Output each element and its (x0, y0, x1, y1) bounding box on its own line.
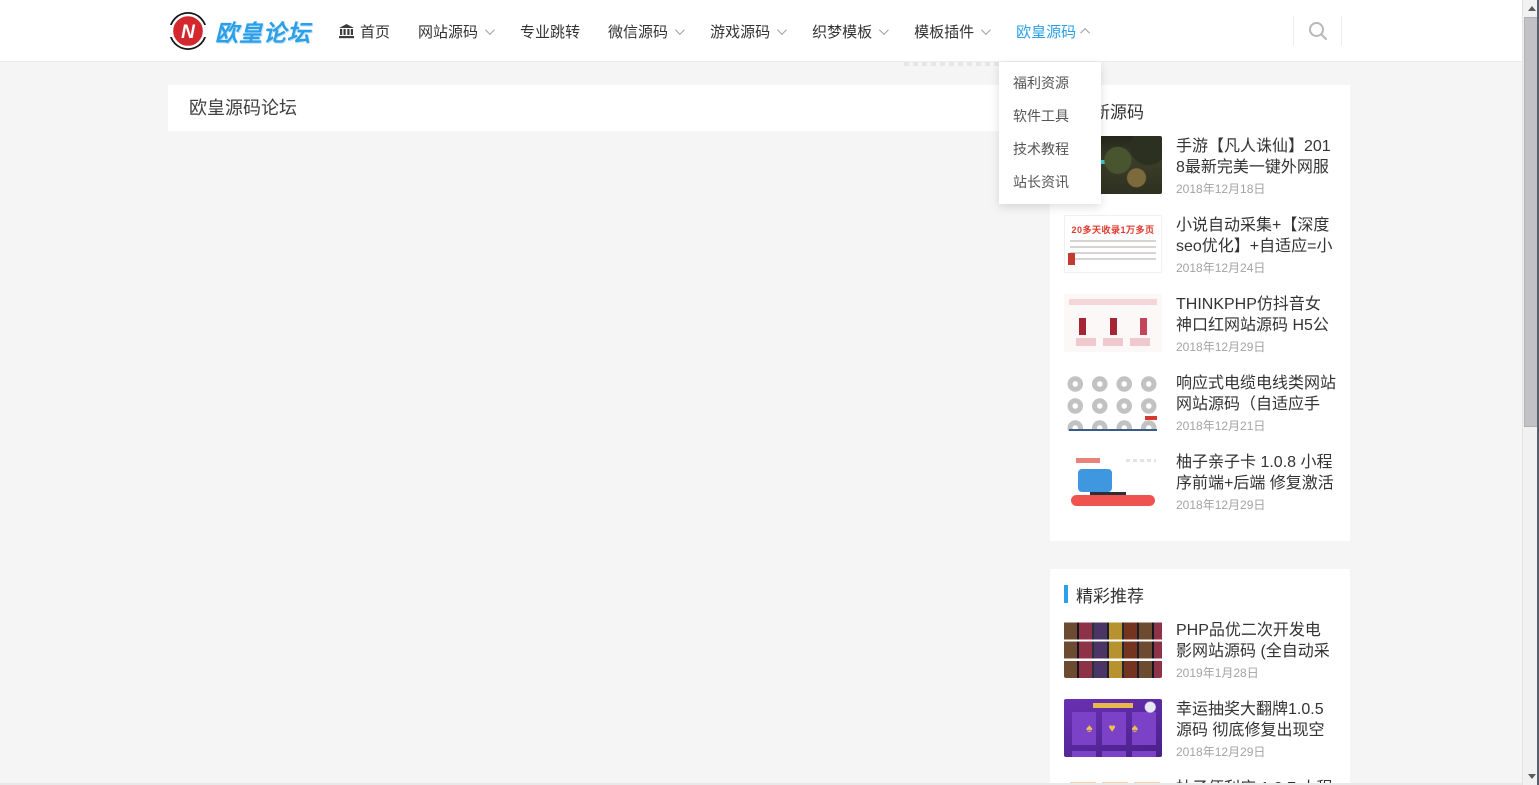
chevron-down-icon (879, 25, 889, 35)
article-date: 2018年12月29日 (1176, 498, 1336, 512)
article-body: 响应式电缆电线类网站网站源码（自适应手机... 2018年12月21日 (1176, 373, 1336, 433)
nav-item[interactable]: 微信源码 (608, 21, 682, 42)
chevron-down-icon (675, 25, 685, 35)
logo-emblem-icon: N (168, 11, 208, 51)
article-list-item[interactable]: 20多天收录1万多页 小说自动采集+【深度seo优化】+自适应=小说网... 2… (1064, 215, 1336, 275)
article-list-item[interactable]: THINKPHP仿抖音女神口红网站源码 H5公众版(... 2018年12月29… (1064, 294, 1336, 354)
article-body: 柚子亲子卡 1.0.8 小程序前端+后端 修复激活码... 2018年12月29… (1176, 452, 1336, 512)
nav-dropdown-menu: 福利资源软件工具技术教程站长资讯 (999, 62, 1101, 204)
article-date: 2019年1月28日 (1176, 666, 1336, 680)
section-list: 手游【凡人诛仙】2018最新完美一键外网服务端... 2018年12月18日 2… (1064, 136, 1336, 512)
nav-item[interactable]: 织梦模板 (812, 21, 886, 42)
nav-item[interactable]: 首页 (338, 21, 390, 42)
nav-item[interactable]: 欧皇源码 (1016, 21, 1090, 42)
dropdown-menu-item[interactable]: 软件工具 (999, 100, 1101, 133)
nav-item-label: 游戏源码 (710, 21, 770, 42)
article-thumbnail[interactable] (1064, 699, 1162, 757)
nav-item-label: 织梦模板 (812, 21, 872, 42)
nav-item-label: 欧皇源码 (1016, 21, 1076, 42)
nav-item-label: 专业跳转 (520, 21, 580, 42)
article-date: 2018年12月24日 (1176, 261, 1336, 275)
article-thumbnail[interactable] (1064, 620, 1162, 678)
nav-item-label: 模板插件 (914, 21, 974, 42)
search-button[interactable] (1293, 16, 1342, 46)
nav-item[interactable]: 网站源码 (418, 21, 492, 42)
article-body: THINKPHP仿抖音女神口红网站源码 H5公众版(... 2018年12月29… (1176, 294, 1336, 354)
section-header: 最新源码 (1064, 101, 1336, 119)
article-body: 手游【凡人诛仙】2018最新完美一键外网服务端... 2018年12月18日 (1176, 136, 1336, 196)
article-thumbnail[interactable] (1064, 452, 1162, 510)
article-list-item[interactable]: 手游【凡人诛仙】2018最新完美一键外网服务端... 2018年12月18日 (1064, 136, 1336, 196)
article-title[interactable]: 手游【凡人诛仙】2018最新完美一键外网服务端... (1176, 136, 1336, 178)
article-date: 2018年12月29日 (1176, 340, 1336, 354)
arrow-down-icon (1528, 774, 1536, 779)
article-thumbnail[interactable] (1064, 294, 1162, 352)
article-thumbnail[interactable]: 20多天收录1万多页 (1064, 215, 1162, 273)
article-title[interactable]: THINKPHP仿抖音女神口红网站源码 H5公众版(... (1176, 294, 1336, 336)
article-list-item[interactable]: 响应式电缆电线类网站网站源码（自适应手机... 2018年12月21日 (1064, 373, 1336, 433)
site-logo[interactable]: N 欧皇论坛 (168, 11, 311, 51)
article-date: 2018年12月29日 (1176, 745, 1336, 759)
top-navbar: N 欧皇论坛 首页 网站源码 专业跳转 微信源码 游戏源码 (0, 0, 1522, 62)
nav-item[interactable]: 模板插件 (914, 21, 988, 42)
article-date: 2018年12月21日 (1176, 419, 1336, 433)
main-nav: 首页 网站源码 专业跳转 微信源码 游戏源码 织梦模板 模板插件 欧皇源码 (324, 0, 1104, 62)
dropdown-menu-item[interactable]: 技术教程 (999, 133, 1101, 166)
chevron-down-icon (981, 25, 991, 35)
chevron-down-icon (485, 25, 495, 35)
svg-text:N: N (181, 22, 196, 43)
content-header-card: 欧皇源码论坛 (168, 85, 1010, 131)
article-title[interactable]: 柚子亲子卡 1.0.8 小程序前端+后端 修复激活码... (1176, 452, 1336, 494)
chevron-down-icon (777, 25, 787, 35)
dropdown-menu-item[interactable]: 福利资源 (999, 67, 1101, 100)
article-title[interactable]: PHP品优二次开发电影网站源码 (全自动采集+会... (1176, 620, 1336, 662)
article-title[interactable]: 幸运抽奖大翻牌1.0.5源码 彻底修复出现空白问题 ... (1176, 699, 1336, 741)
nav-item[interactable]: 专业跳转 (520, 21, 580, 42)
article-title[interactable]: 响应式电缆电线类网站网站源码（自适应手机... (1176, 373, 1336, 415)
chevron-down-icon (1080, 27, 1090, 37)
nav-item[interactable]: 游戏源码 (710, 21, 784, 42)
article-date: 2018年12月18日 (1176, 182, 1336, 196)
section-accent-bar (1064, 585, 1068, 603)
search-icon (1307, 20, 1329, 42)
section-title: 精彩推荐 (1076, 582, 1144, 607)
article-list-item[interactable]: PHP品优二次开发电影网站源码 (全自动采集+会... 2019年1月28日 (1064, 620, 1336, 680)
thumbnail-caption: 20多天收录1万多页 (1065, 223, 1161, 236)
nav-item-label: 网站源码 (418, 21, 478, 42)
dropdown-menu-item[interactable]: 站长资讯 (999, 166, 1101, 199)
nav-item-label: 微信源码 (608, 21, 668, 42)
arrow-up-icon (1528, 6, 1536, 11)
article-title[interactable]: 小说自动采集+【深度seo优化】+自适应=小说网... (1176, 215, 1336, 257)
article-body: PHP品优二次开发电影网站源码 (全自动采集+会... 2019年1月28日 (1176, 620, 1336, 680)
article-thumbnail[interactable] (1064, 373, 1162, 431)
article-body: 小说自动采集+【深度seo优化】+自适应=小说网... 2018年12月24日 (1176, 215, 1336, 275)
site-name: 欧皇论坛 (215, 14, 311, 48)
section-list: PHP品优二次开发电影网站源码 (全自动采集+会... 2019年1月28日 幸… (1064, 620, 1336, 785)
section-header: 精彩推荐 (1064, 585, 1336, 603)
page-title: 欧皇源码论坛 (168, 85, 1010, 131)
bank-icon (338, 24, 355, 39)
article-list-item[interactable]: 幸运抽奖大翻牌1.0.5源码 彻底修复出现空白问题 ... 2018年12月29… (1064, 699, 1336, 759)
sidebar-card: 精彩推荐 PHP品优二次开发电影网站源码 (全自动采集+会... 2019年1月… (1050, 569, 1350, 785)
article-list-item[interactable]: 柚子亲子卡 1.0.8 小程序前端+后端 修复激活码... 2018年12月29… (1064, 452, 1336, 512)
article-body: 幸运抽奖大翻牌1.0.5源码 彻底修复出现空白问题 ... 2018年12月29… (1176, 699, 1336, 759)
nav-item-label: 首页 (360, 21, 390, 42)
